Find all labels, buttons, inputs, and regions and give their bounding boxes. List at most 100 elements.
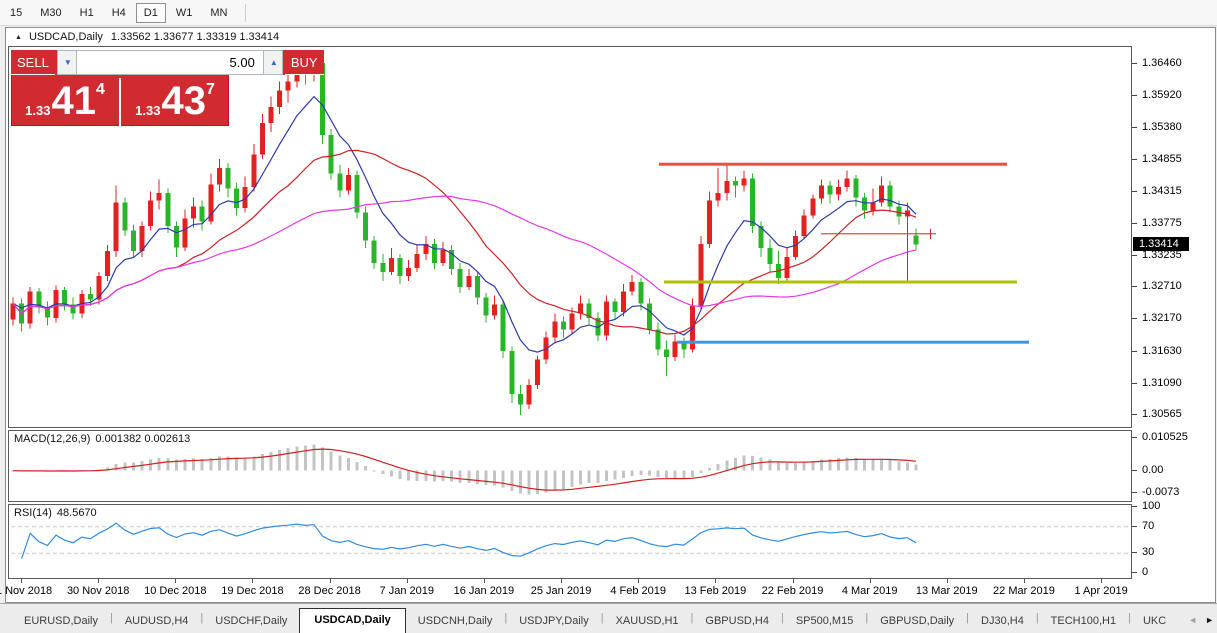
resistance-line[interactable] [659, 163, 1007, 166]
chart-tab-gbpusd[interactable]: GBPUSD,H4 [693, 611, 781, 633]
sell-price-prefix: 1.33 [25, 103, 50, 126]
timeframe-button-h1[interactable]: H1 [72, 3, 102, 23]
timeframe-button-h4[interactable]: H4 [104, 3, 134, 23]
date-axis-tick [252, 579, 253, 583]
buy-price-big: 43 [161, 78, 206, 126]
tab-scroll-left-icon[interactable]: ◄ [1188, 615, 1197, 625]
volume-input[interactable] [77, 50, 263, 75]
timeframe-button-mn[interactable]: MN [202, 3, 235, 23]
chart-tab-eurusd[interactable]: EURUSD,Daily [12, 611, 110, 633]
tab-scroll-right-icon[interactable]: ► [1205, 615, 1214, 625]
rsi-axis-label: 100 [1132, 500, 1212, 513]
timeframe-buttons: 15M30H1H4D1W1MN [1, 3, 236, 23]
price-axis-label: 1.35920 [1132, 89, 1212, 102]
support-line-olive[interactable] [664, 281, 1017, 284]
macd-histogram [12, 445, 918, 495]
rsi-label: RSI(14) 48.5670 [14, 507, 102, 519]
macd-signal-line [13, 449, 916, 490]
price-axis-label: 1.30565 [1132, 408, 1212, 421]
macd-values: 0.001382 0.002613 [95, 433, 190, 445]
buy-price-pip: 7 [206, 81, 215, 126]
date-axis-tick [947, 579, 948, 583]
chart-window: ▲ USDCAD,Daily 1.33562 1.33677 1.33319 1… [5, 27, 1216, 603]
macd-panel[interactable]: MACD(12,26,9)0.001382 0.002613 [8, 430, 1132, 502]
timeframe-toolbar: 15M30H1H4D1W1MN [0, 0, 1217, 26]
trade-price-display: 1.33 41 4 1.33 43 7 [11, 78, 229, 126]
timeframe-button-d1[interactable]: D1 [136, 3, 166, 23]
chart-tab-dj30[interactable]: DJ30,H4 [969, 611, 1036, 633]
chart-tab-usdjpy[interactable]: USDJPY,Daily [507, 611, 601, 633]
date-axis-tick [407, 579, 408, 583]
price-axis-label: 1.31630 [1132, 345, 1212, 358]
date-axis-tick [484, 579, 485, 583]
timeframe-button-w1[interactable]: W1 [168, 3, 201, 23]
chart-tab-usdcnh[interactable]: USDCNH,Daily [406, 611, 505, 633]
chart-tab-tech100[interactable]: TECH100,H1 [1039, 611, 1128, 633]
collapse-trade-panel-icon[interactable]: ▲ [15, 34, 22, 41]
date-axis-tick [638, 579, 639, 583]
date-axis-tick [21, 579, 22, 583]
sell-button[interactable]: SELL [11, 50, 55, 75]
macd-axis-label: -0.0073 [1132, 486, 1212, 499]
buy-price-prefix: 1.33 [135, 103, 160, 126]
macd-axis-label: 0.010525 [1132, 431, 1212, 444]
sell-price-pip: 4 [96, 81, 105, 126]
price-marker-line[interactable] [821, 233, 936, 234]
buy-price[interactable]: 1.33 43 7 [119, 78, 229, 126]
chart-titlebar: ▲ USDCAD,Daily 1.33562 1.33677 1.33319 1… [6, 28, 1215, 46]
price-axis[interactable]: 1.33414 1.364601.359201.353801.348551.34… [1132, 28, 1215, 602]
macd-label: MACD(12,26,9)0.001382 0.002613 [14, 433, 195, 445]
rsi-axis-label: 70 [1132, 520, 1212, 533]
timeframe-button-m30[interactable]: M30 [32, 3, 69, 23]
date-axis-tick [715, 579, 716, 583]
price-axis-label: 1.33775 [1132, 217, 1212, 230]
date-axis-tick [1101, 579, 1102, 583]
date-axis-tick [1024, 579, 1025, 583]
chart-ohlc-values: 1.33562 1.33677 1.33319 1.33414 [111, 31, 279, 43]
rsi-panel[interactable]: RSI(14) 48.5670 [8, 504, 1132, 579]
date-axis-tick [330, 579, 331, 583]
date-axis-tick [175, 579, 176, 583]
volume-down-button[interactable]: ▼ [57, 50, 77, 75]
date-axis[interactable]: 21 Nov 201830 Nov 201810 Dec 201819 Dec … [8, 579, 1132, 602]
rsi-axis-label: 0 [1132, 566, 1212, 579]
date-axis-label: 1 Apr 2019 [1056, 585, 1146, 597]
sell-price-big: 41 [51, 78, 96, 126]
price-axis-label: 1.34315 [1132, 185, 1212, 198]
date-axis-tick [561, 579, 562, 583]
chart-tab-usdchf[interactable]: USDCHF,Daily [203, 611, 299, 633]
sell-price[interactable]: 1.33 41 4 [11, 78, 119, 126]
chart-tab-ukc[interactable]: UKC [1131, 611, 1178, 633]
chart-tab-gbpusd[interactable]: GBPUSD,Daily [868, 611, 966, 633]
rsi-value: 48.5670 [57, 507, 97, 519]
rsi-axis-label: 30 [1132, 546, 1212, 559]
chart-symbol-title: USDCAD,Daily [29, 31, 103, 43]
price-axis-label: 1.31090 [1132, 377, 1212, 390]
buy-button[interactable]: BUY [285, 50, 324, 75]
volume-up-button[interactable]: ▲ [263, 50, 283, 75]
tab-scroll-arrows: ◄ ► [1188, 615, 1214, 625]
timeframe-button-15[interactable]: 15 [2, 3, 30, 23]
price-axis-label: 1.33235 [1132, 249, 1212, 262]
toolbar-separator [245, 4, 246, 22]
date-axis-tick [793, 579, 794, 583]
price-axis-label: 1.32710 [1132, 280, 1212, 293]
trade-buttons-row: SELL ▼ ▲ BUY [11, 50, 229, 76]
chart-tab-sp500[interactable]: SP500,M15 [784, 611, 865, 633]
chart-tab-xauusd[interactable]: XAUUSD,H1 [604, 611, 691, 633]
price-axis-label: 1.35380 [1132, 121, 1212, 134]
price-axis-label: 1.36460 [1132, 57, 1212, 70]
date-axis-tick [98, 579, 99, 583]
chart-tab-audusd[interactable]: AUDUSD,H4 [113, 611, 201, 633]
rsi-canvas[interactable] [9, 505, 1131, 578]
rsi-name: RSI(14) [14, 507, 52, 519]
chart-tab-bar: EURUSD,Daily|AUDUSD,H4|USDCHF,DailyUSDCA… [0, 603, 1217, 633]
volume-stepper: ▼ ▲ [55, 50, 285, 75]
macd-axis-label: 0.00 [1132, 464, 1212, 477]
support-line-blue[interactable] [677, 341, 1029, 344]
one-click-trade-panel: SELL ▼ ▲ BUY 1.33 41 4 1.33 43 7 [11, 50, 229, 126]
chart-tab-usdcad[interactable]: USDCAD,Daily [299, 608, 405, 633]
date-axis-tick [870, 579, 871, 583]
price-axis-label: 1.32170 [1132, 312, 1212, 325]
price-marker-line-end-tick [930, 229, 931, 239]
